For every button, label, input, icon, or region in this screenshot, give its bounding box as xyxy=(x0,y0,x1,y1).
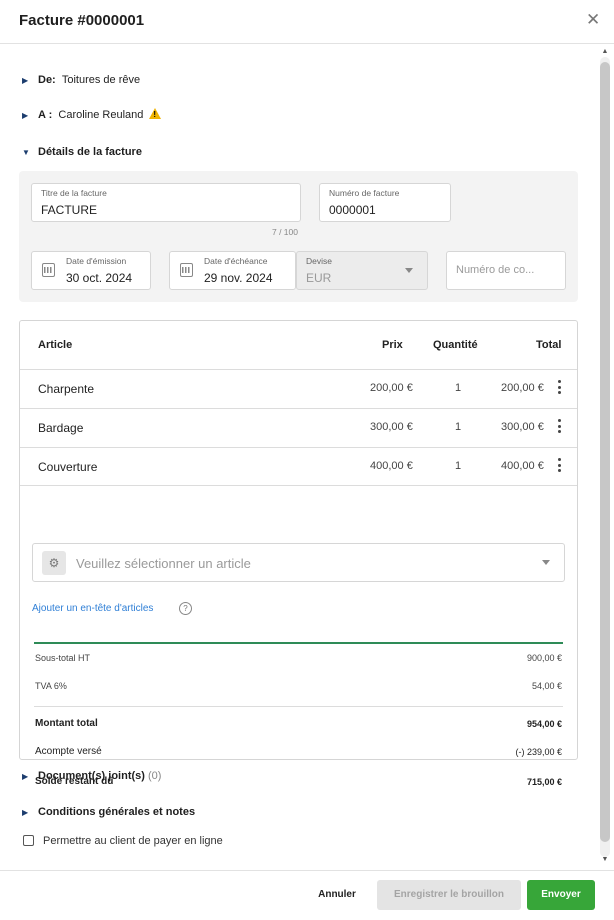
row-price: 400,00 € xyxy=(370,460,413,472)
balance-value: 715,00 € xyxy=(526,777,562,787)
send-button[interactable]: Envoyer xyxy=(527,880,595,910)
caret-right-icon: ▶ xyxy=(22,808,29,817)
invoice-number-value: 0000001 xyxy=(329,203,376,217)
warning-icon: ! xyxy=(149,108,162,119)
row-quantity: 1 xyxy=(455,382,462,394)
total-label: Montant total xyxy=(35,718,98,729)
scroll-up-icon[interactable]: ▲ xyxy=(600,48,610,56)
details-panel: Titre de la facture FACTURE Numéro de fa… xyxy=(19,171,578,302)
save-draft-button[interactable]: Enregistrer le brouillon xyxy=(377,880,521,910)
more-options-icon[interactable] xyxy=(558,458,562,474)
close-icon[interactable]: ✕ xyxy=(586,11,600,28)
issue-date-field[interactable]: Date d'émission 30 oct. 2024 xyxy=(31,251,151,290)
caret-right-icon: ▶ xyxy=(22,76,29,85)
add-item-header-link[interactable]: Ajouter un en-tête d'articles xyxy=(32,603,153,614)
calendar-icon xyxy=(180,263,193,277)
deposit-label: Acompte versé xyxy=(35,746,102,757)
order-number-placeholder: Numéro de co... xyxy=(456,264,535,276)
row-article: Bardage xyxy=(38,421,84,435)
currency-value: EUR xyxy=(306,271,332,285)
to-value: Caroline Reuland xyxy=(58,109,144,121)
chevron-down-icon xyxy=(542,560,550,565)
header-total: Total xyxy=(536,339,562,351)
due-date-label: Date d'échéance xyxy=(204,256,268,266)
total-value: 954,00 € xyxy=(526,719,562,729)
scroll-down-icon[interactable]: ▼ xyxy=(600,856,610,864)
online-payment-label: Permettre au client de payer en ligne xyxy=(43,835,223,847)
subtotal-value: 900,00 € xyxy=(526,653,562,663)
row-price: 300,00 € xyxy=(370,421,413,433)
caret-right-icon: ▶ xyxy=(22,772,29,781)
caret-down-icon: ▼ xyxy=(22,148,30,157)
vat-value: 54,00 € xyxy=(531,681,562,691)
documents-count: (0) xyxy=(148,770,162,782)
subtotal-label: Sous-total HT xyxy=(35,653,91,663)
more-options-icon[interactable] xyxy=(558,419,562,435)
due-date-value: 29 nov. 2024 xyxy=(204,271,273,285)
deposit-value: (-) 239,00 € xyxy=(515,747,562,757)
caret-right-icon: ▶ xyxy=(22,111,29,120)
online-payment-checkbox[interactable] xyxy=(23,835,34,846)
invoice-title-value: FACTURE xyxy=(41,203,98,217)
row-total: 400,00 € xyxy=(501,460,544,472)
invoice-title-field[interactable]: Titre de la facture FACTURE xyxy=(31,183,301,222)
documents-label: Document(s) joint(s) xyxy=(38,770,145,782)
invoice-title-label: Titre de la facture xyxy=(41,188,107,198)
details-label: Détails de la facture xyxy=(38,146,142,158)
section-conditions[interactable]: ▶ Conditions générales et notes xyxy=(22,806,195,818)
invoice-number-label: Numéro de facture xyxy=(329,188,400,198)
invoice-number-field[interactable]: Numéro de facture 0000001 xyxy=(319,183,451,222)
help-icon[interactable]: ? xyxy=(179,602,192,615)
header-price: Prix xyxy=(382,339,403,351)
scrollbar-thumb[interactable] xyxy=(600,62,610,842)
article-select-placeholder: Veuillez sélectionner un article xyxy=(76,556,251,571)
modal-body: ▶ De: Toitures de rêve ▶ A : Caroline Reul… xyxy=(0,45,596,869)
row-quantity: 1 xyxy=(455,460,462,472)
modal-title: Facture #0000001 xyxy=(19,12,145,29)
table-row[interactable]: Couverture 400,00 € 1 400,00 € xyxy=(20,447,577,486)
calendar-icon xyxy=(42,263,55,277)
chevron-down-icon xyxy=(405,268,413,273)
vat-label: TVA 6% xyxy=(35,681,67,691)
order-number-field[interactable]: Numéro de co... xyxy=(446,251,566,290)
due-date-field[interactable]: Date d'échéance 29 nov. 2024 xyxy=(169,251,296,290)
modal-header: Facture #0000001 ✕ xyxy=(0,0,614,44)
cancel-button[interactable]: Annuler xyxy=(306,880,368,910)
section-from[interactable]: ▶ De: Toitures de rêve xyxy=(22,74,140,86)
modal-footer: Annuler Enregistrer le brouillon Envoyer xyxy=(0,870,614,920)
summary-separator xyxy=(34,706,563,707)
section-to[interactable]: ▶ A : Caroline Reuland! xyxy=(22,108,162,121)
row-quantity: 1 xyxy=(455,421,462,433)
from-value: Toitures de rêve xyxy=(61,74,141,86)
row-article: Charpente xyxy=(38,382,95,396)
header-article: Article xyxy=(38,339,73,351)
section-documents[interactable]: ▶ Document(s) joint(s) (0) xyxy=(22,770,161,782)
row-price: 200,00 € xyxy=(370,382,413,394)
summary-divider xyxy=(34,642,563,644)
article-icon: ⚙ xyxy=(42,551,66,575)
to-label: A : xyxy=(38,109,53,121)
currency-select[interactable]: Devise EUR xyxy=(296,251,428,290)
header-quantity: Quantité xyxy=(433,339,478,351)
currency-label: Devise xyxy=(306,256,332,266)
from-label: De: xyxy=(38,74,56,86)
title-char-counter: 7 / 100 xyxy=(272,227,298,237)
row-total: 300,00 € xyxy=(501,421,544,433)
issue-date-label: Date d'émission xyxy=(66,256,127,266)
items-table: Article Prix Quantité Total Charpente 20… xyxy=(19,320,578,787)
conditions-label: Conditions générales et notes xyxy=(38,806,196,818)
row-article: Couverture xyxy=(38,460,98,474)
row-total: 200,00 € xyxy=(501,382,544,394)
article-select[interactable]: ⚙ Veuillez sélectionner un article xyxy=(32,543,565,582)
more-options-icon[interactable] xyxy=(558,380,562,396)
table-row[interactable]: Bardage 300,00 € 1 300,00 € xyxy=(20,408,577,447)
section-details[interactable]: ▼ Détails de la facture xyxy=(22,146,142,158)
table-row[interactable]: Charpente 200,00 € 1 200,00 € xyxy=(20,369,577,408)
issue-date-value: 30 oct. 2024 xyxy=(66,271,133,285)
